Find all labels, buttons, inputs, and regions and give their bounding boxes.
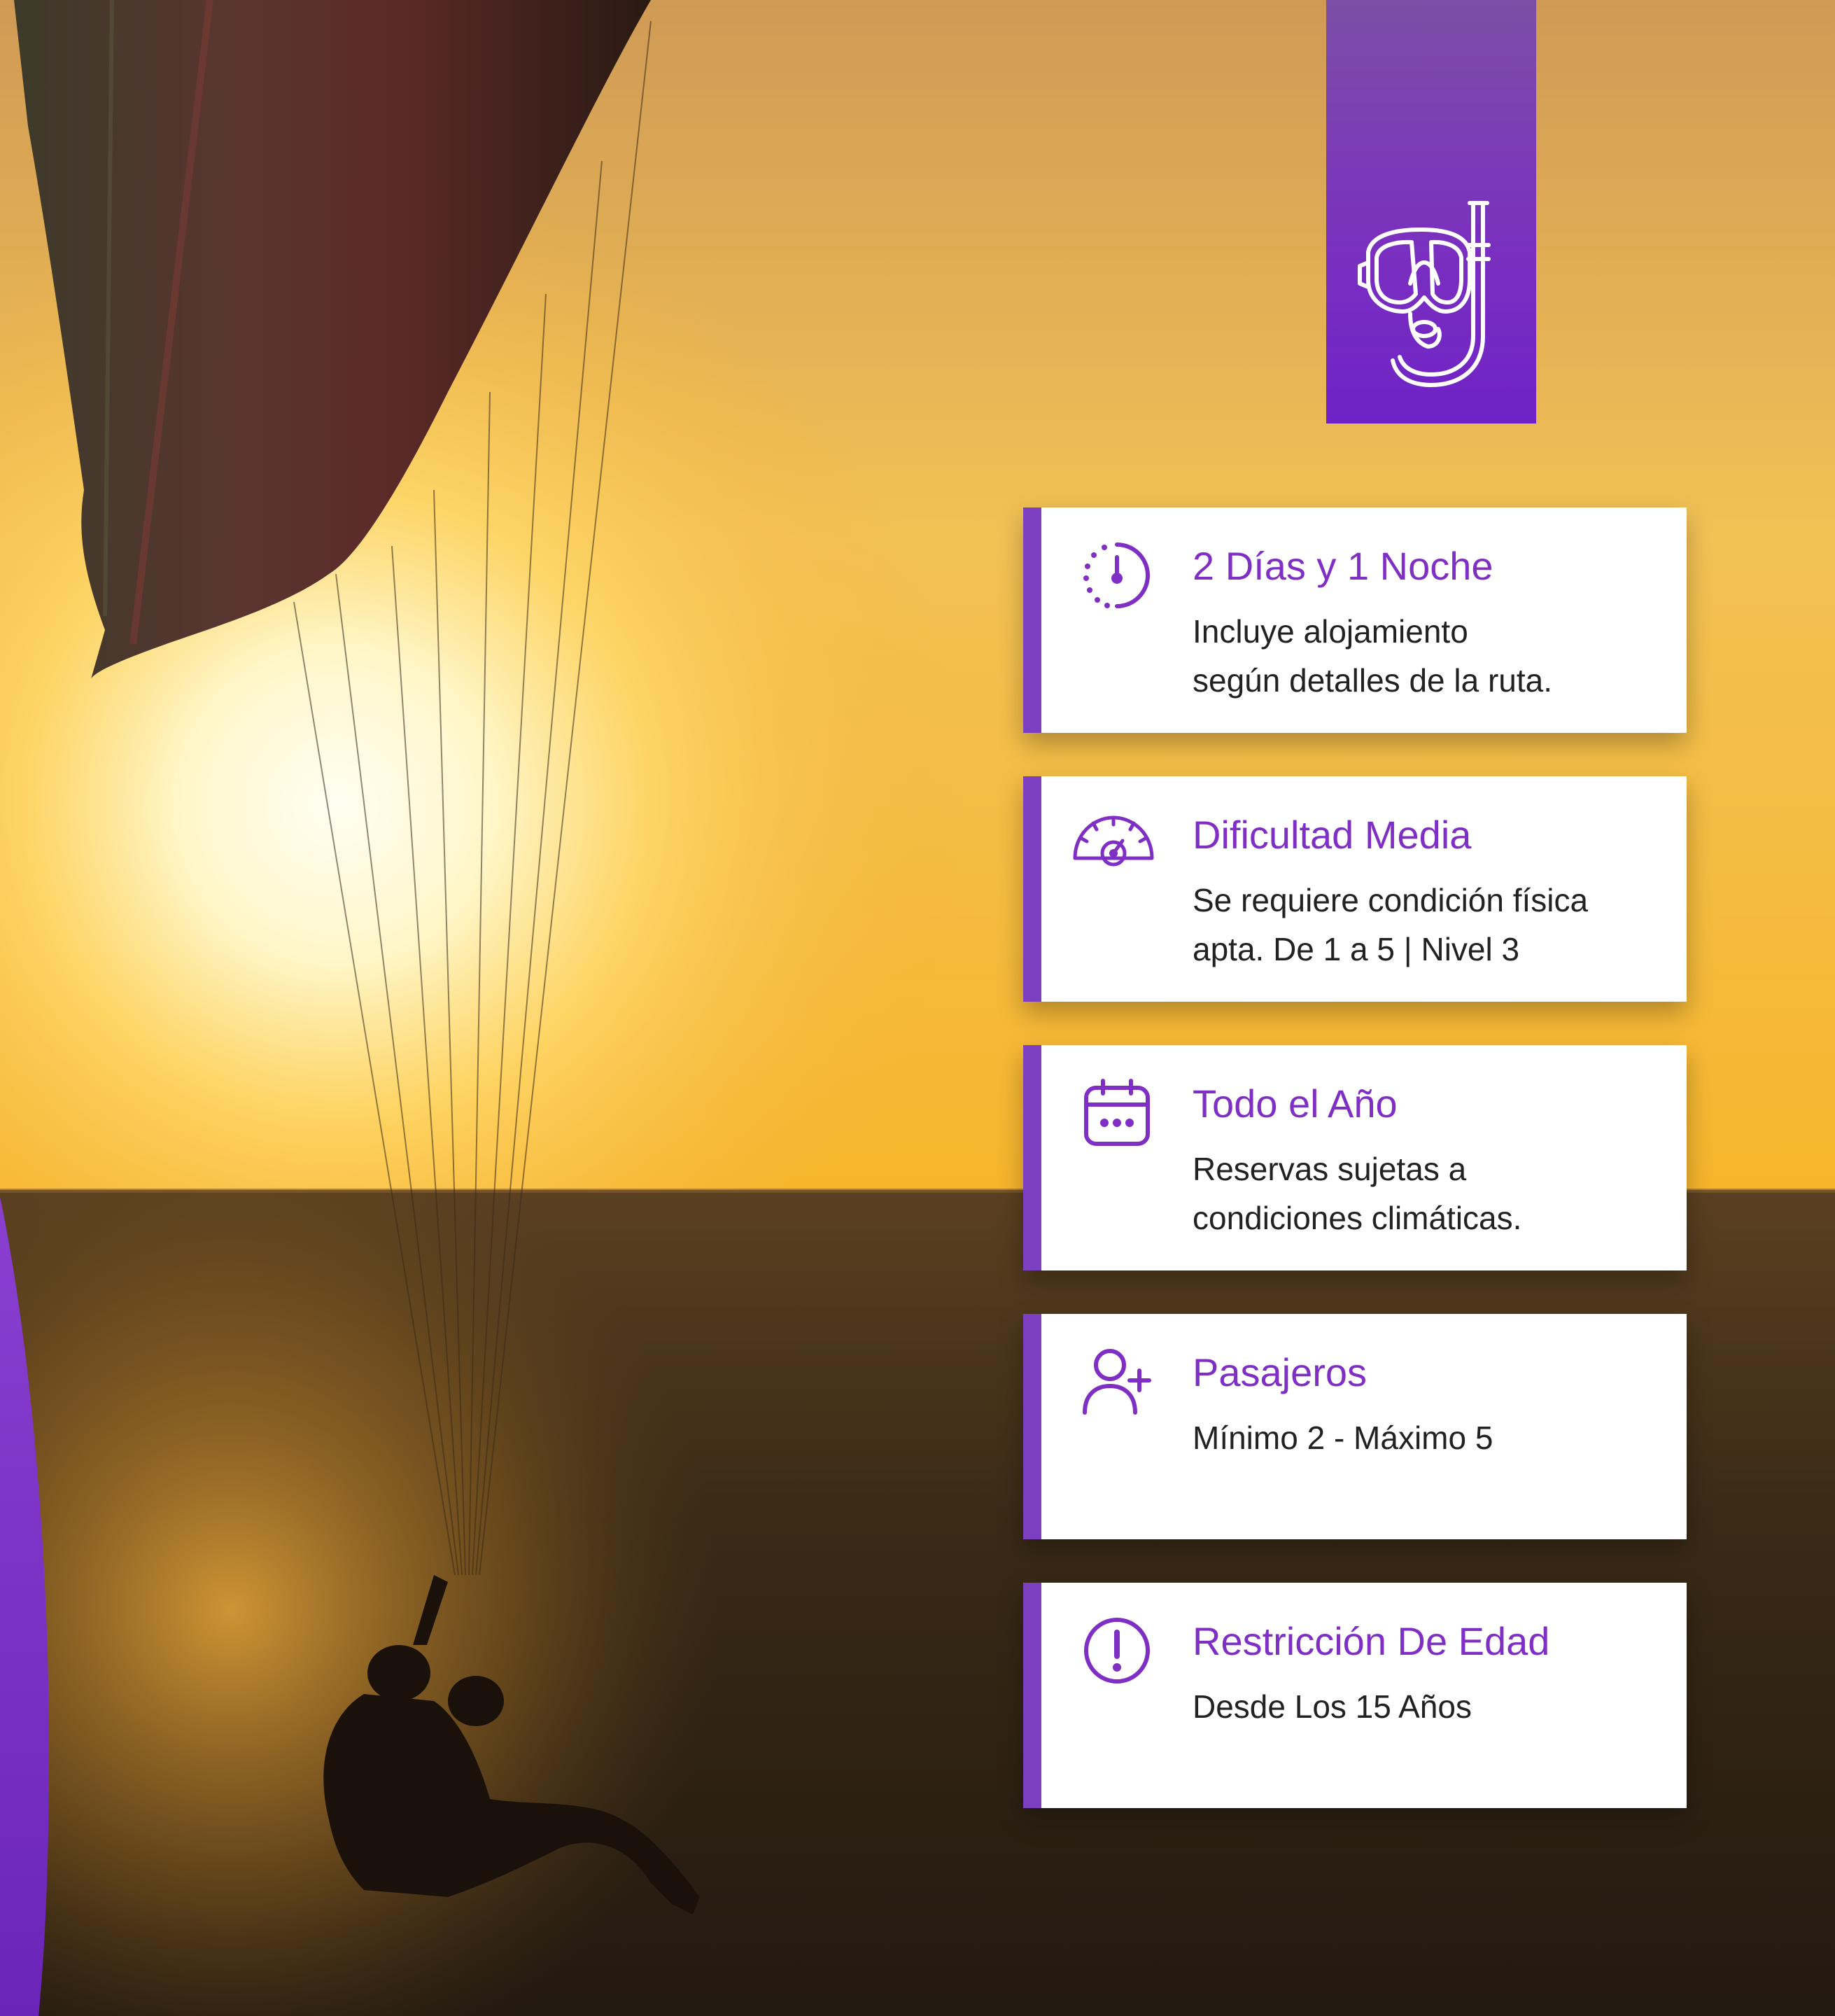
card-accent-bar bbox=[1023, 776, 1041, 1002]
clock-icon bbox=[1083, 542, 1150, 608]
card-title: 2 Días y 1 Noche bbox=[1193, 544, 1493, 588]
card-description-line: según detalles de la ruta. bbox=[1193, 662, 1553, 699]
card-title: Todo el Año bbox=[1193, 1082, 1398, 1126]
calendar-icon bbox=[1084, 1079, 1150, 1146]
card-description-line: Reservas sujetas a bbox=[1193, 1151, 1467, 1187]
card-description-line: Desde Los 15 Años bbox=[1193, 1688, 1472, 1725]
card-accent-bar bbox=[1023, 1314, 1041, 1539]
card-description: Se requiere condición física apta. De 1 … bbox=[1193, 876, 1668, 974]
feature-card-age-restriction: Restricción De Edad Desde Los 15 Años bbox=[1023, 1583, 1687, 1808]
speedometer-icon bbox=[1073, 816, 1154, 867]
feature-card-passengers: Pasajeros Mínimo 2 - Máximo 5 bbox=[1023, 1314, 1687, 1539]
card-description: Desde Los 15 Años bbox=[1193, 1682, 1668, 1731]
card-description-line: condiciones climáticas. bbox=[1193, 1200, 1522, 1236]
card-title: Dificultad Media bbox=[1193, 813, 1472, 857]
card-description-line: Incluye alojamiento bbox=[1193, 613, 1468, 650]
add-user-icon bbox=[1083, 1349, 1151, 1415]
activity-badge bbox=[1326, 0, 1536, 424]
card-description: Reservas sujetas a condiciones climática… bbox=[1193, 1144, 1668, 1242]
card-title: Pasajeros bbox=[1193, 1350, 1368, 1394]
card-description-line: apta. De 1 a 5 | Nivel 3 bbox=[1193, 931, 1520, 967]
card-accent-bar bbox=[1023, 507, 1041, 733]
card-description: Incluye alojamiento según detalles de la… bbox=[1193, 607, 1668, 705]
feature-card-difficulty: Dificultad Media Se requiere condición f… bbox=[1023, 776, 1687, 1002]
feature-card-duration: 2 Días y 1 Noche Incluye alojamiento seg… bbox=[1023, 507, 1687, 733]
card-accent-bar bbox=[1023, 1583, 1041, 1808]
card-title: Restricción De Edad bbox=[1193, 1619, 1550, 1663]
card-description-line: Mínimo 2 - Máximo 5 bbox=[1193, 1420, 1493, 1456]
card-description-line: Se requiere condición física bbox=[1193, 882, 1589, 918]
snorkel-mask-icon bbox=[1358, 201, 1491, 387]
alert-circle-icon bbox=[1084, 1618, 1150, 1684]
feature-card-season: Todo el Año Reservas sujetas a condicion… bbox=[1023, 1045, 1687, 1270]
card-accent-bar bbox=[1023, 1045, 1041, 1270]
card-description: Mínimo 2 - Máximo 5 bbox=[1193, 1413, 1668, 1462]
